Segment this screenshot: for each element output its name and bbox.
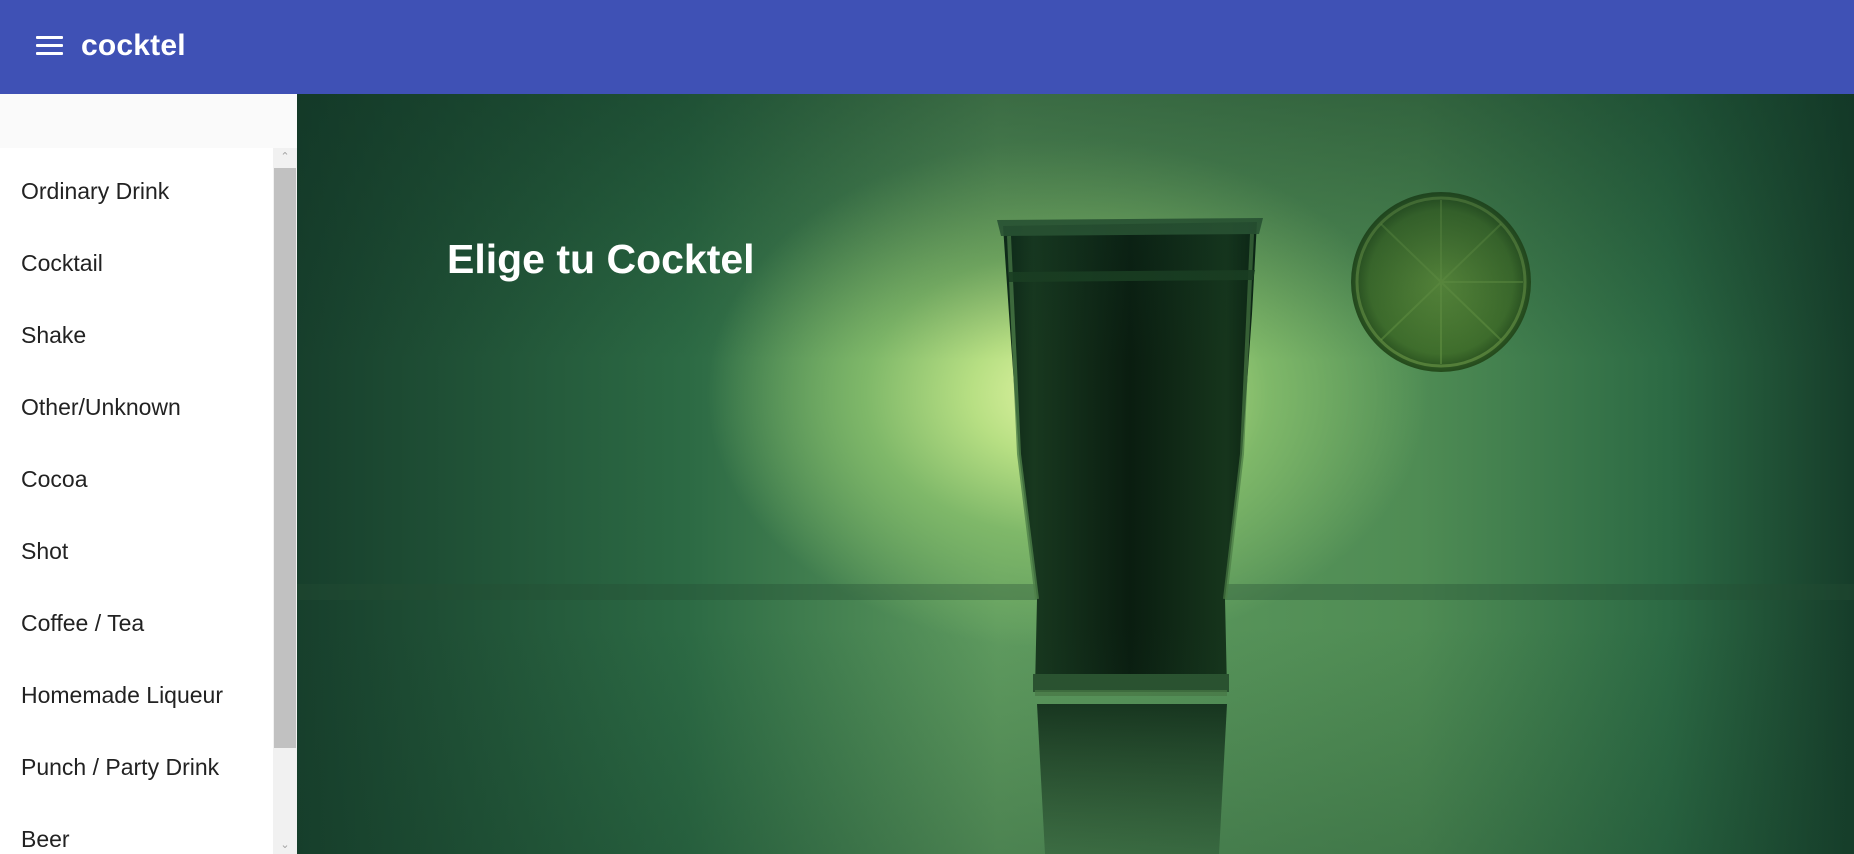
scroll-down-icon[interactable]: ⌄ xyxy=(273,836,297,854)
category-item-cocoa[interactable]: Cocoa xyxy=(0,443,273,515)
category-item-other-unknown[interactable]: Other/Unknown xyxy=(0,371,273,443)
category-item-homemade-liqueur[interactable]: Homemade Liqueur xyxy=(0,659,273,731)
hero-vignette xyxy=(297,94,1854,854)
category-item-cocktail[interactable]: Cocktail xyxy=(0,227,273,299)
app-title: cocktel xyxy=(81,29,186,62)
category-item-ordinary-drink[interactable]: Ordinary Drink xyxy=(0,155,273,227)
sidenav-header xyxy=(0,94,297,148)
hero-heading: Elige tu Cocktel xyxy=(447,236,755,283)
menu-icon[interactable] xyxy=(36,36,64,58)
side-navigation: Ordinary Drink Cocktail Shake Other/Unkn… xyxy=(0,94,297,854)
category-item-beer[interactable]: Beer xyxy=(0,803,273,854)
scroll-up-icon[interactable]: ⌃ xyxy=(273,148,297,166)
category-list: Ordinary Drink Cocktail Shake Other/Unkn… xyxy=(0,148,273,854)
top-toolbar: cocktel xyxy=(0,0,1854,94)
category-item-punch-party-drink[interactable]: Punch / Party Drink xyxy=(0,731,273,803)
scrollbar-thumb[interactable] xyxy=(274,168,296,748)
category-item-coffee-tea[interactable]: Coffee / Tea xyxy=(0,587,273,659)
sidebar-scrollbar[interactable]: ⌃ ⌄ xyxy=(273,148,297,854)
hero-banner: Elige tu Cocktel xyxy=(297,94,1854,854)
category-item-shake[interactable]: Shake xyxy=(0,299,273,371)
category-item-shot[interactable]: Shot xyxy=(0,515,273,587)
